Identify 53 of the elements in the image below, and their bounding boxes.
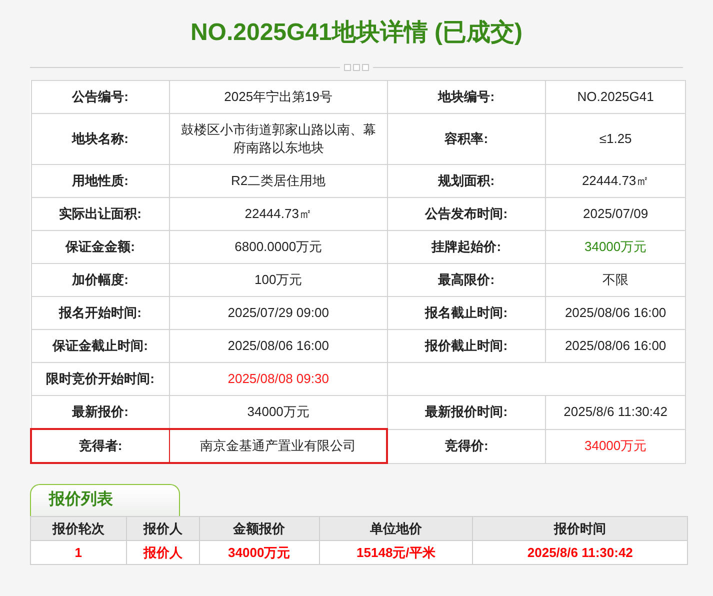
- field-value: 100万元: [170, 264, 388, 296]
- field-label: 用地性质:: [31, 164, 170, 198]
- field-label: 保证金金额:: [31, 230, 170, 264]
- field-value: 2025/08/06 16:00: [546, 296, 686, 330]
- field-value: NO.2025G41: [546, 80, 686, 114]
- field-label: 公告发布时间:: [387, 198, 546, 230]
- column-header: 报价人: [126, 516, 200, 540]
- field-label: 实际出让面积:: [31, 198, 170, 230]
- field-label: 限时竞价开始时间:: [31, 362, 170, 396]
- page-title: NO.2025G41地块详情 (已成交): [190, 18, 523, 48]
- field-value: 2025/08/08 09:30: [170, 362, 388, 396]
- field-label: 报价截止时间:: [387, 330, 546, 362]
- field-value: 2025/08/06 16:00: [546, 330, 686, 362]
- field-value: 鼓楼区小市街道郭家山路以南、幕府南路以东地块: [170, 114, 388, 164]
- field-value: 不限: [546, 264, 686, 296]
- table-cell: 15148元/平米: [319, 540, 473, 564]
- field-value: 22444.73㎡: [170, 198, 388, 230]
- field-label: 报名开始时间:: [31, 296, 170, 330]
- field-value: 2025/07/09: [546, 198, 686, 230]
- bid-list-tab[interactable]: 报价列表: [30, 484, 180, 516]
- field-value: 2025年宁出第19号: [170, 80, 388, 114]
- field-label: 容积率:: [387, 114, 546, 164]
- field-label: 报名截止时间:: [387, 296, 546, 330]
- field-label: 最高限价:: [387, 264, 546, 296]
- field-value: R2二类居住用地: [170, 164, 388, 198]
- column-header: 金额报价: [199, 516, 320, 540]
- field-value: 2025/07/29 09:00: [170, 296, 388, 330]
- column-header: 报价轮次: [30, 516, 126, 540]
- field-label: 挂牌起始价:: [387, 230, 546, 264]
- table-cell: 34000万元: [199, 540, 320, 564]
- field-value: ≤1.25: [546, 114, 686, 164]
- column-header: 报价时间: [472, 516, 688, 540]
- field-value: 34000万元: [546, 429, 686, 463]
- field-value: 6800.0000万元: [170, 230, 388, 264]
- table-cell: 1: [30, 540, 126, 564]
- field-label: 规划面积:: [387, 164, 546, 198]
- field-value: 34000万元: [546, 230, 686, 264]
- field-value: 22444.73㎡: [546, 164, 686, 198]
- field-label: 地块名称:: [31, 114, 170, 164]
- field-label: 地块编号:: [387, 80, 546, 114]
- column-header: 单位地价: [319, 516, 473, 540]
- field-value: 2025/8/6 11:30:42: [546, 396, 686, 429]
- field-label: 竞得价:: [387, 429, 546, 463]
- field-value: 南京金基通产置业有限公司: [170, 429, 388, 463]
- table-cell: 报价人: [126, 540, 200, 564]
- field-value: 2025/08/06 16:00: [170, 330, 388, 362]
- field-label: 加价幅度:: [31, 264, 170, 296]
- field-label: 最新报价:: [31, 396, 170, 429]
- field-label: 保证金截止时间:: [31, 330, 170, 362]
- table-cell: 2025/8/6 11:30:42: [472, 540, 688, 564]
- field-label: 公告编号:: [31, 80, 170, 114]
- field-label: 最新报价时间:: [387, 396, 546, 429]
- field-label: 竞得者:: [31, 429, 170, 463]
